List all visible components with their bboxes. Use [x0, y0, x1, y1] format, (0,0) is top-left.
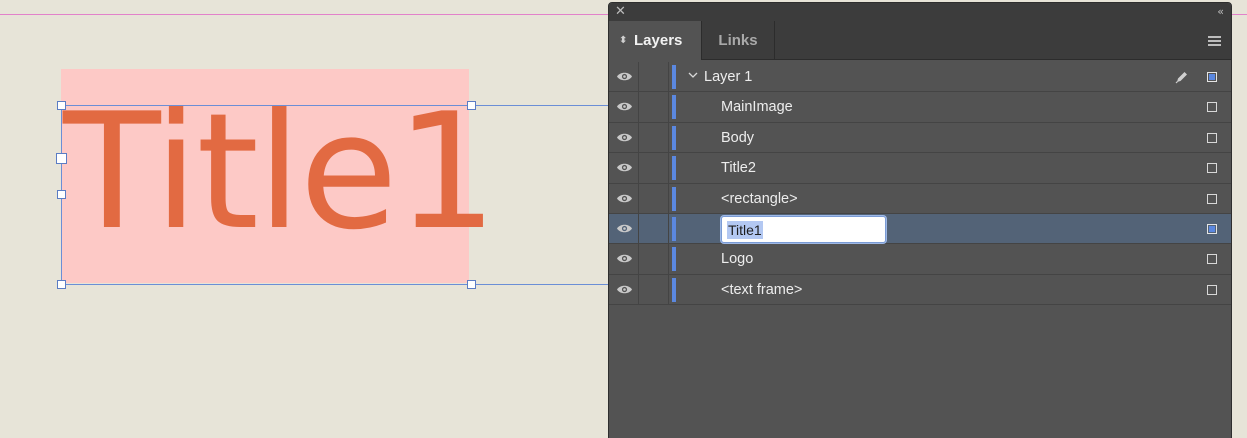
layer-item-row[interactable]: <rectangle> — [609, 183, 1231, 214]
resize-handle-left-lower[interactable] — [57, 190, 66, 199]
layer-item-label: Logo — [721, 251, 754, 268]
visibility-toggle[interactable] — [609, 183, 639, 213]
layer-color-swatch — [672, 125, 676, 150]
layers-list: Layer 1 MainImage Body Title2 <rectangle… — [609, 62, 1231, 306]
sort-icon: ⬍ — [619, 35, 628, 46]
layer-color-swatch — [672, 95, 676, 120]
layer-color-swatch — [672, 156, 676, 181]
layer-item-label: <text frame> — [721, 281, 803, 298]
layer-target-box[interactable] — [1207, 72, 1217, 82]
eye-icon — [617, 285, 632, 293]
eye-icon — [617, 224, 632, 233]
visibility-toggle[interactable] — [609, 153, 639, 183]
lock-toggle[interactable] — [639, 274, 669, 305]
tab-layers-label: Layers — [634, 32, 683, 49]
layer-item-row[interactable]: MainImage — [609, 92, 1231, 123]
layer-color-swatch — [672, 216, 676, 241]
visibility-toggle[interactable] — [609, 122, 639, 153]
layer-item-row-selected[interactable]: Title1 — [609, 213, 1231, 245]
layer-item-row[interactable]: <text frame> — [609, 274, 1231, 306]
panel-menu-icon[interactable] — [1208, 36, 1221, 46]
item-target-box[interactable] — [1207, 284, 1217, 295]
layer-color-swatch — [672, 65, 676, 89]
visibility-toggle[interactable] — [609, 92, 639, 122]
eye-icon — [617, 133, 632, 142]
lock-toggle[interactable] — [639, 213, 669, 244]
visibility-toggle[interactable] — [609, 213, 639, 244]
layer-item-label: <rectangle> — [721, 190, 798, 207]
eye-icon — [617, 194, 632, 202]
lock-toggle[interactable] — [639, 153, 669, 183]
eye-icon — [617, 255, 632, 263]
item-target-box[interactable] — [1207, 132, 1217, 143]
visibility-toggle[interactable] — [609, 274, 639, 305]
panel-tab-bar: ⬍ Layers Links — [609, 21, 1231, 60]
item-target-box[interactable] — [1207, 254, 1217, 265]
visibility-toggle[interactable] — [609, 62, 639, 92]
collapse-icon[interactable]: ‹‹ — [1217, 4, 1224, 20]
layer-item-row[interactable]: Title2 — [609, 153, 1231, 184]
layer-item-label: MainImage — [721, 99, 793, 116]
layer-item-label: Title2 — [721, 160, 756, 177]
resize-handle-bottom-mid[interactable] — [467, 280, 476, 289]
eye-icon — [617, 163, 632, 172]
lock-toggle[interactable] — [639, 244, 669, 274]
layers-panel: ✕ ‹‹ ⬍ Layers Links Layer 1 MainImage Bo… — [608, 2, 1232, 438]
layer-item-row[interactable]: Logo — [609, 244, 1231, 275]
layer-color-swatch — [672, 247, 676, 272]
item-target-box[interactable] — [1207, 163, 1217, 174]
item-target-box[interactable] — [1207, 193, 1217, 204]
layer-color-swatch — [672, 186, 676, 211]
visibility-toggle[interactable] — [609, 244, 639, 274]
panel-title-bar: ✕ ‹‹ — [609, 3, 1231, 21]
tab-layers[interactable]: ⬍ Layers — [609, 21, 702, 60]
layer-row-layer-1[interactable]: Layer 1 — [609, 62, 1231, 93]
lock-toggle[interactable] — [639, 92, 669, 122]
lock-toggle[interactable] — [639, 183, 669, 213]
rename-input-value: Title1 — [727, 220, 763, 239]
layer-color-swatch — [672, 277, 676, 302]
selection-edge-bottom — [61, 284, 608, 285]
tab-links-label: Links — [718, 32, 758, 49]
lock-toggle[interactable] — [639, 122, 669, 153]
item-target-box[interactable] — [1207, 102, 1217, 113]
tab-links[interactable]: Links — [702, 21, 775, 60]
title-text[interactable]: Title1 — [61, 82, 498, 262]
eye-icon — [617, 72, 632, 81]
resize-handle-left-mid[interactable] — [56, 153, 67, 164]
layer-item-row[interactable]: Body — [609, 122, 1231, 154]
lock-toggle[interactable] — [639, 62, 669, 92]
close-icon[interactable]: ✕ — [615, 4, 626, 20]
resize-handle-top-mid[interactable] — [467, 101, 476, 110]
rename-input[interactable]: Title1 — [721, 215, 886, 243]
selection-edge-top — [61, 105, 608, 106]
layer-name: Layer 1 — [704, 69, 753, 85]
resize-handle-bottom-left[interactable] — [57, 280, 66, 289]
eye-icon — [617, 103, 632, 111]
resize-handle-top-left[interactable] — [57, 101, 66, 110]
chevron-down-icon[interactable] — [687, 69, 699, 81]
pen-icon — [1175, 72, 1187, 84]
layer-item-label: Body — [721, 129, 755, 146]
item-target-box[interactable] — [1207, 223, 1217, 234]
